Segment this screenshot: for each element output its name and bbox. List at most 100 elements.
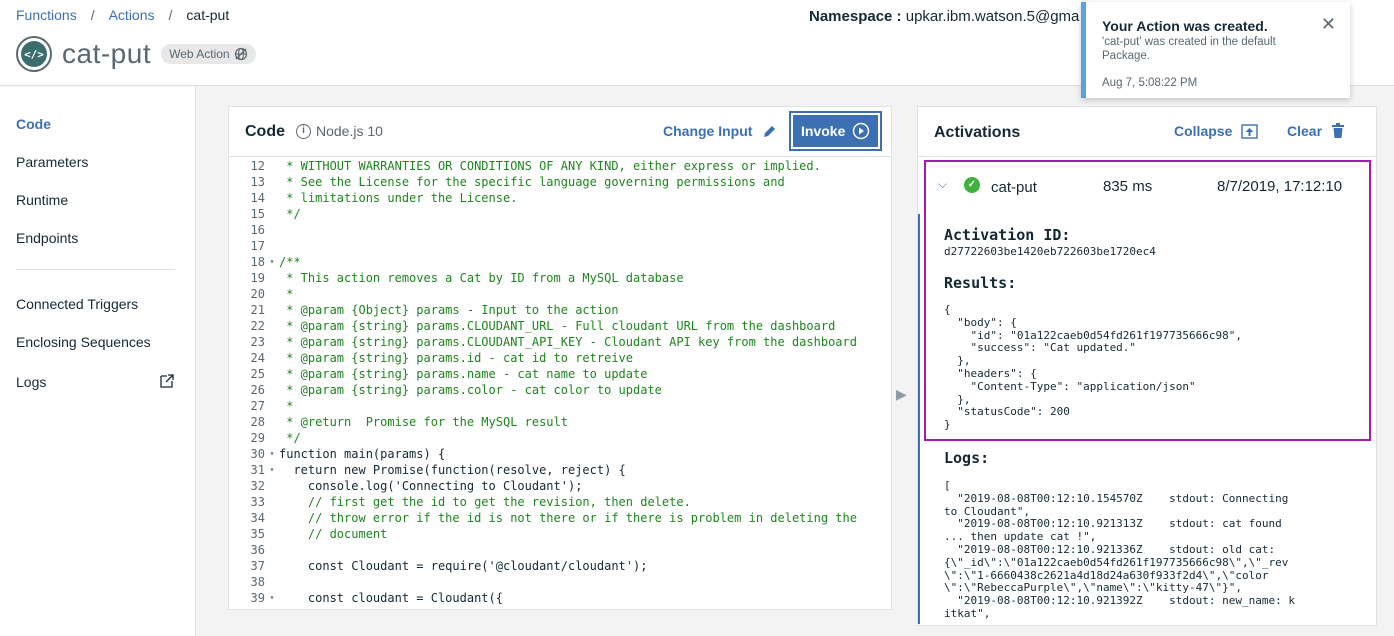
code-editor[interactable]: 12 * WITHOUT WARRANTIES OR CONDITIONS OF… <box>229 158 891 609</box>
code-text: /** <box>279 255 301 269</box>
line-number: 23 <box>250 335 265 349</box>
line-number: 31 <box>250 463 265 477</box>
code-header: Code i Node.js 10 Change Input Invoke <box>229 107 891 157</box>
chevron-down-icon[interactable]: ⌵ <box>938 177 947 192</box>
breadcrumb-actions[interactable]: Actions <box>109 7 155 23</box>
code-line[interactable]: 36 <box>229 542 891 558</box>
line-number: 18 <box>250 255 265 269</box>
code-text: // document <box>279 527 388 541</box>
code-line[interactable]: 26 * @param {string} params.color - cat … <box>229 382 891 398</box>
code-line[interactable]: 32 console.log('Connecting to Cloudant')… <box>229 478 891 494</box>
line-number: 35 <box>250 527 265 541</box>
sidebar-item-logs[interactable]: Logs <box>16 374 46 390</box>
pencil-icon <box>764 125 776 137</box>
line-number: 13 <box>250 175 265 189</box>
line-number: 38 <box>250 575 265 589</box>
fold-gutter <box>265 270 279 286</box>
line-number: 19 <box>250 271 265 285</box>
activation-entry: ⌵ ✓ cat-put 835 ms 8/7/2019, 17:12:10 Ac… <box>924 160 1371 441</box>
code-line[interactable]: 21 * @param {Object} params - Input to t… <box>229 302 891 318</box>
sidebar-item-connected-triggers[interactable]: Connected Triggers <box>16 296 138 312</box>
code-line[interactable]: 30 ▾ function main(params) { <box>229 446 891 462</box>
code-line[interactable]: 33 // first get the id to get the revisi… <box>229 494 891 510</box>
code-line[interactable]: 12 * WITHOUT WARRANTIES OR CONDITIONS OF… <box>229 158 891 174</box>
code-line[interactable]: 14 * limitations under the License. <box>229 190 891 206</box>
namespace-value: upkar.ibm.watson.5@gma <box>905 8 1080 25</box>
code-line[interactable]: 15 */ <box>229 206 891 222</box>
fold-gutter <box>265 190 279 206</box>
collapse-button[interactable]: Collapse <box>1174 123 1259 139</box>
fold-gutter <box>265 286 279 302</box>
line-number: 33 <box>250 495 265 509</box>
logs-text: [ "2019-08-08T00:12:10.154570Z stdout: C… <box>944 479 1295 620</box>
code-text: * <box>279 287 294 301</box>
code-line[interactable]: 20 * <box>229 286 891 302</box>
code-line[interactable]: 24 * @param {string} params.id - cat id … <box>229 350 891 366</box>
code-line[interactable]: 29 */ <box>229 430 891 446</box>
panel-expand-icon[interactable]: ▶ <box>896 386 907 403</box>
fold-gutter <box>265 478 279 494</box>
toast-body: 'cat-put' was created in the default Pac… <box>1102 36 1276 62</box>
invoke-button[interactable]: Invoke <box>789 111 882 151</box>
code-line[interactable]: 31 ▾ return new Promise(function(resolve,… <box>229 462 891 478</box>
fold-toggle-icon[interactable]: ▾ <box>265 462 279 478</box>
line-number: 24 <box>250 351 265 365</box>
info-icon[interactable]: i <box>296 123 311 139</box>
toast-time: Aug 7, 5:08:22 PM <box>1102 77 1198 89</box>
fold-toggle-icon[interactable]: ▾ <box>265 446 279 462</box>
close-icon[interactable]: ✕ <box>1321 14 1336 35</box>
code-line[interactable]: 22 * @param {string} params.CLOUDANT_URL… <box>229 318 891 334</box>
results-label: Results: <box>944 274 1017 292</box>
code-line[interactable]: 34 // throw error if the id is not there… <box>229 510 891 526</box>
sidebar-item-enclosing-sequences[interactable]: Enclosing Sequences <box>16 334 151 350</box>
code-line[interactable]: 19 * This action removes a Cat by ID fro… <box>229 270 891 286</box>
fold-toggle-icon[interactable]: ▾ <box>265 254 279 270</box>
fold-toggle-icon[interactable]: ▾ <box>265 590 279 606</box>
code-text: * @param {Object} params - Input to the … <box>279 303 619 317</box>
code-line[interactable]: 25 * @param {string} params.name - cat n… <box>229 366 891 382</box>
code-text: * See the License for the specific langu… <box>279 175 785 189</box>
change-input-button[interactable]: Change Input <box>663 123 777 139</box>
line-number: 21 <box>250 303 265 317</box>
code-line[interactable]: 17 <box>229 238 891 254</box>
fold-gutter <box>265 526 279 542</box>
code-line[interactable]: 16 <box>229 222 891 238</box>
fold-gutter <box>265 206 279 222</box>
fold-gutter <box>265 366 279 382</box>
line-number: 16 <box>250 223 265 237</box>
external-link-icon[interactable] <box>159 373 175 389</box>
breadcrumb-functions[interactable]: Functions <box>16 7 77 23</box>
trash-icon <box>1332 123 1345 138</box>
code-line[interactable]: 38 <box>229 574 891 590</box>
line-number: 27 <box>250 399 265 413</box>
change-input-label: Change Input <box>663 123 753 139</box>
sidebar-item-endpoints[interactable]: Endpoints <box>16 230 78 246</box>
code-text: * This action removes a Cat by ID from a… <box>279 271 684 285</box>
code-line[interactable]: 23 * @param {string} params.CLOUDANT_API… <box>229 334 891 350</box>
logs-label: Logs: <box>944 449 990 467</box>
code-line[interactable]: 37 const Cloudant = require('@cloudant/c… <box>229 558 891 574</box>
activations-panel: Activations Collapse Clear ⌵ ✓ cat-put 8… <box>917 106 1377 626</box>
line-number: 14 <box>250 191 265 205</box>
action-code-icon: </> <box>16 36 52 72</box>
code-line[interactable]: 13 * See the License for the specific la… <box>229 174 891 190</box>
code-panel: Code i Node.js 10 Change Input Invoke 12… <box>228 106 892 610</box>
line-number: 39 <box>250 591 265 605</box>
code-line[interactable]: 28 * @return Promise for the MySQL resul… <box>229 414 891 430</box>
code-text: * <box>279 399 294 413</box>
line-number: 28 <box>250 415 265 429</box>
sidebar-item-parameters[interactable]: Parameters <box>16 154 88 170</box>
code-line[interactable]: 18 ▾/** <box>229 254 891 270</box>
activation-id-label: Activation ID: <box>944 226 1071 244</box>
breadcrumb: Functions / Actions / cat-put <box>16 7 229 23</box>
code-text: const Cloudant = require('@cloudant/clou… <box>279 559 648 573</box>
activation-entry-row[interactable]: ⌵ ✓ cat-put 835 ms 8/7/2019, 17:12:10 <box>926 162 1369 206</box>
code-text: * WITHOUT WARRANTIES OR CONDITIONS OF AN… <box>279 159 821 173</box>
line-number: 36 <box>250 543 265 557</box>
code-line[interactable]: 39 ▾ const cloudant = Cloudant({ <box>229 590 891 606</box>
sidebar-item-runtime[interactable]: Runtime <box>16 192 68 208</box>
code-line[interactable]: 35 // document <box>229 526 891 542</box>
clear-button[interactable]: Clear <box>1287 123 1345 139</box>
code-line[interactable]: 27 * <box>229 398 891 414</box>
sidebar-item-code[interactable]: Code <box>16 116 51 132</box>
